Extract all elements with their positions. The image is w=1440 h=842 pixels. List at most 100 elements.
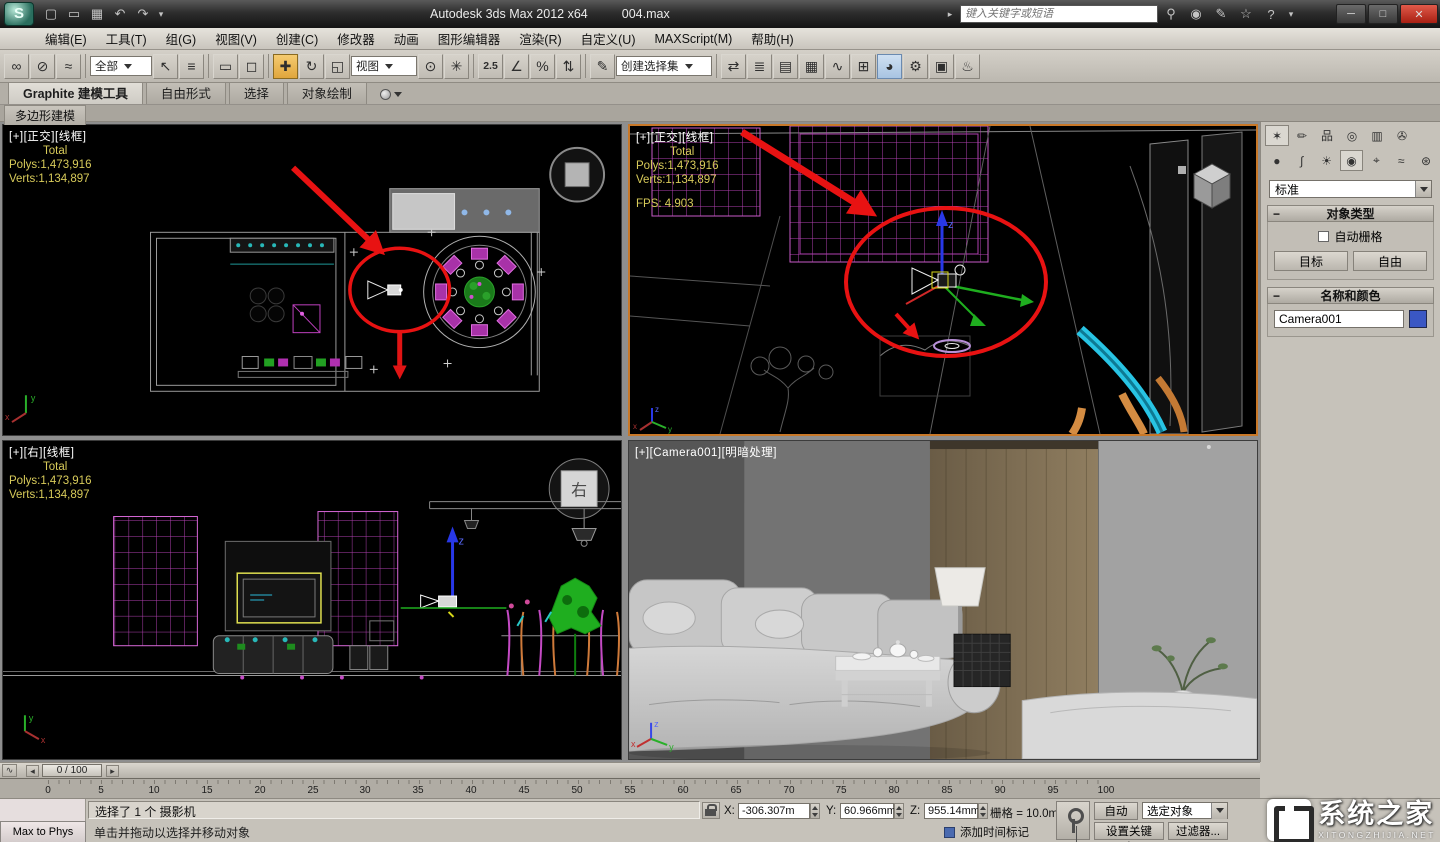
undo-icon[interactable]: ↶ — [109, 3, 131, 25]
create-tab-icon[interactable]: ✶ — [1265, 125, 1289, 146]
menu-create[interactable]: 创建(C) — [267, 27, 327, 50]
unlink-selection-icon[interactable]: ⊘ — [30, 54, 55, 79]
open-file-icon[interactable]: ▭ — [63, 3, 85, 25]
viewport-label[interactable]: [+][正交][线框] — [636, 129, 713, 145]
named-selection-dropdown[interactable]: 创建选择集 — [616, 56, 712, 76]
percent-snap-icon[interactable]: % — [530, 54, 555, 79]
menu-maxscript[interactable]: MAXScript(M) — [646, 30, 742, 48]
timeline-ruler[interactable]: 0 5 10 15 20 25 30 35 40 45 50 55 60 65 … — [0, 778, 1260, 798]
close-button[interactable]: ✕ — [1400, 4, 1438, 24]
communication-center-icon[interactable]: ◉ — [1185, 3, 1207, 25]
viewport-camera001-shaded[interactable]: [+][Camera001][明暗处理] — [628, 440, 1258, 760]
layer-manager-icon[interactable]: ▤ — [773, 54, 798, 79]
select-and-scale-icon[interactable]: ◱ — [325, 54, 350, 79]
mirror-icon[interactable]: ⇄ — [721, 54, 746, 79]
help-icon[interactable]: ? — [1260, 3, 1282, 25]
schematic-view-icon[interactable]: ⊞ — [851, 54, 876, 79]
modify-tab-icon[interactable]: ✏ — [1290, 125, 1314, 146]
new-file-icon[interactable]: ▢ — [40, 3, 62, 25]
select-and-manipulate-icon[interactable]: ✳ — [444, 54, 469, 79]
graphite-ribbon-toggle-icon[interactable]: ▦ — [799, 54, 824, 79]
pen-icon[interactable]: ✎ — [1210, 3, 1232, 25]
rendered-frame-window-icon[interactable]: ▣ — [929, 54, 954, 79]
select-object-icon[interactable]: ↖ — [153, 54, 178, 79]
restore-button[interactable]: □ — [1368, 4, 1398, 24]
menu-customize[interactable]: 自定义(U) — [572, 27, 645, 50]
geometry-category-icon[interactable]: ● — [1265, 150, 1289, 171]
menu-tools[interactable]: 工具(T) — [97, 27, 156, 50]
previous-frame-icon[interactable]: ◂ — [26, 765, 39, 777]
auto-key-button[interactable]: 自动 — [1094, 802, 1138, 820]
menu-group[interactable]: 组(G) — [157, 27, 206, 50]
lights-category-icon[interactable]: ☀ — [1315, 150, 1339, 171]
z-spinner[interactable] — [978, 803, 988, 819]
curve-editor-icon[interactable]: ∿ — [825, 54, 850, 79]
key-filters-button[interactable]: 过滤器... — [1168, 822, 1228, 840]
render-production-icon[interactable]: ♨ — [955, 54, 980, 79]
viewport-orthographic-active[interactable]: [+][正交][线框] Total Polys:1,473,916 Verts:… — [628, 124, 1258, 436]
object-name-field[interactable]: Camera001 — [1274, 310, 1404, 328]
select-and-rotate-icon[interactable]: ↻ — [299, 54, 324, 79]
viewport-label[interactable]: [+][右][线框] — [9, 444, 74, 460]
name-and-color-rollout-header[interactable]: − 名称和颜色 — [1267, 287, 1434, 304]
utilities-tab-icon[interactable]: ✇ — [1390, 125, 1414, 146]
menu-animation[interactable]: 动画 — [385, 27, 428, 50]
menu-help[interactable]: 帮助(H) — [742, 27, 802, 50]
viewport-label[interactable]: [+][Camera001][明暗处理] — [635, 444, 777, 460]
snaps-toggle-icon[interactable]: 2.5 — [478, 54, 503, 79]
camera-type-dropdown[interactable]: 标准 — [1269, 180, 1432, 198]
shapes-category-icon[interactable]: ∫ — [1290, 150, 1314, 171]
tab-polygon-modeling[interactable]: 多边形建模 — [4, 105, 86, 125]
spinner-snap-icon[interactable]: ⇅ — [556, 54, 581, 79]
viewcube[interactable] — [550, 148, 604, 202]
y-coord-field[interactable]: 60.966mm — [840, 803, 894, 819]
hierarchy-tab-icon[interactable]: 品 — [1315, 125, 1339, 146]
select-and-link-icon[interactable]: ∞ — [4, 54, 29, 79]
menu-views[interactable]: 视图(V) — [206, 27, 266, 50]
viewport-top-orthographic[interactable]: [+][正交][线框] Total Polys:1,473,916 Verts:… — [2, 124, 622, 436]
object-color-swatch[interactable] — [1409, 310, 1427, 328]
menu-graph-editors[interactable]: 图形编辑器 — [429, 27, 510, 50]
material-editor-icon[interactable]: ◕ — [877, 54, 902, 79]
selection-lock-toggle[interactable] — [702, 802, 720, 819]
minimize-button[interactable]: ─ — [1336, 4, 1366, 24]
autogrid-checkbox[interactable]: 自动栅格 — [1274, 228, 1427, 245]
add-time-tag[interactable]: 添加时间标记 — [944, 824, 1029, 840]
helpers-category-icon[interactable]: ⌖ — [1364, 150, 1388, 171]
x-coord-field[interactable]: -306.307m — [738, 803, 810, 819]
help-dropdown-icon[interactable]: ▾ — [1285, 3, 1297, 25]
redo-icon[interactable]: ↷ — [132, 3, 154, 25]
space-warps-category-icon[interactable]: ≈ — [1389, 150, 1413, 171]
quick-access-dropdown-icon[interactable]: ▾ — [155, 3, 167, 25]
search-icon[interactable]: ⚲ — [1160, 3, 1182, 25]
object-type-rollout-header[interactable]: − 对象类型 — [1267, 205, 1434, 222]
systems-category-icon[interactable]: ⊛ — [1414, 150, 1438, 171]
set-keys-button[interactable] — [1056, 801, 1090, 840]
max-to-phys-button[interactable]: Max to Phys — [0, 821, 86, 842]
y-spinner[interactable] — [894, 803, 904, 819]
select-and-move-icon[interactable]: ✚ — [273, 54, 298, 79]
display-tab-icon[interactable]: ▥ — [1365, 125, 1389, 146]
edit-named-selections-icon[interactable]: ✎ — [590, 54, 615, 79]
mini-curve-editor-button[interactable]: ∿ — [2, 764, 17, 777]
viewport-label[interactable]: [+][正交][线框] — [9, 128, 86, 144]
angle-snap-icon[interactable]: ∠ — [504, 54, 529, 79]
favorites-star-icon[interactable]: ☆ — [1235, 3, 1257, 25]
z-coord-field[interactable]: 955.14mm — [924, 803, 978, 819]
time-slider[interactable]: 0 / 100 — [42, 764, 102, 777]
ribbon-config-button[interactable] — [380, 89, 402, 100]
window-crossing-icon[interactable]: ◻ — [239, 54, 264, 79]
reference-coordinate-dropdown[interactable]: 视图 — [351, 56, 417, 76]
bind-to-space-warp-icon[interactable]: ≈ — [56, 54, 81, 79]
target-camera-button[interactable]: 目标 — [1274, 251, 1348, 271]
workspace-arrow-icon[interactable]: ▸ — [944, 3, 956, 25]
use-pivot-center-icon[interactable]: ⊙ — [418, 54, 443, 79]
save-file-icon[interactable]: ▦ — [86, 3, 108, 25]
app-logo-icon[interactable]: S — [4, 2, 34, 26]
cameras-category-icon[interactable]: ◉ — [1340, 150, 1364, 171]
render-setup-icon[interactable]: ⚙ — [903, 54, 928, 79]
free-camera-button[interactable]: 自由 — [1353, 251, 1427, 271]
menu-rendering[interactable]: 渲染(R) — [510, 27, 570, 50]
search-input[interactable] — [960, 5, 1158, 23]
rectangular-selection-region-icon[interactable]: ▭ — [213, 54, 238, 79]
